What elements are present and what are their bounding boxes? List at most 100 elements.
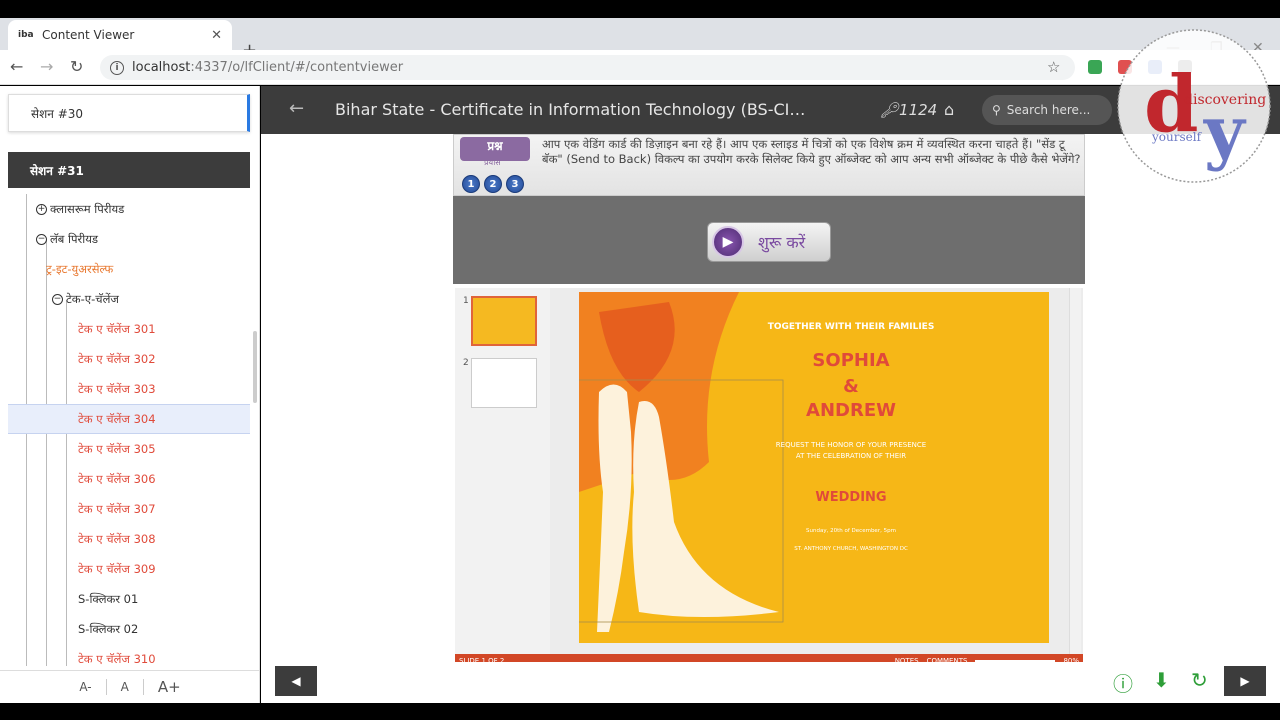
close-tab-icon[interactable]: ✕ [211,28,222,43]
ppt-scrollbar[interactable] [1069,288,1081,654]
play-icon: ▶ [712,226,744,258]
key-icon: 🔑︎ [880,101,900,119]
divider [142,679,144,695]
sidebar-scrollbar[interactable] [253,331,257,403]
tree-item[interactable]: टेक ए चॅलेंज 306 [8,464,250,494]
tree-item[interactable]: − लॅब पिरीयड [8,224,250,254]
back-icon[interactable]: ← [10,57,23,76]
previous-button[interactable]: ◀ [275,666,317,696]
session-30-item[interactable]: सेशन #30 [8,94,250,132]
collapse-icon[interactable]: − [52,293,63,305]
search-box[interactable]: ⚲ Search here... [982,95,1112,125]
powerpoint-window: 1 2 TOGETHER WITH THEIR FAMILIES SOPHIA … [455,288,1083,668]
tree-item-label: टेक ए चॅलेंज 307 [78,501,156,516]
address-bar[interactable]: i localhost:4337/o/lfClient/#/contentvie… [100,55,1075,80]
refresh-icon[interactable]: ↻ [1191,668,1208,692]
key-count: 1124 [899,101,938,119]
next-button[interactable]: ▶ [1224,666,1266,696]
slide-request: REQUEST THE HONOR OF YOUR PRESENCE AT TH… [775,441,927,460]
slide-date: Sunday, 20th of December, 5pm [806,528,896,534]
tree-item-label: टेक ए चॅलेंज 309 [78,561,156,576]
session-31-item[interactable]: सेशन #31 [8,152,250,188]
thumb-number: 2 [463,358,469,368]
tree-item-label: S-क्लिकर 01 [78,591,139,606]
slide-wedding: WEDDING [815,490,887,505]
tree-item[interactable]: टेक ए चॅलेंज 310 [8,644,250,666]
url-host: localhost [132,60,191,75]
tree-item[interactable]: टेक ए चॅलेंज 309 [8,554,250,584]
font-size-controls: A- A A+ [0,670,260,703]
start-overlay: ▶ शुरू करें [453,196,1085,284]
browser-tab[interactable]: iba Content Viewer ✕ [8,20,232,50]
tree-item-label: क्लासरूम पिरीयड [50,201,125,216]
bottom-navigation: ◀ ⓘ ⬇ ↻ ▶ [261,662,1280,703]
forward-icon[interactable]: → [40,57,53,76]
tree-item-label: लॅब पिरीयड [50,231,99,246]
thumb-number: 1 [463,296,469,306]
url-path: :4337/o/lfClient/#/contentviewer [190,60,404,75]
tab-title: Content Viewer [42,28,135,42]
slide-intro: TOGETHER WITH THEIR FAMILIES [767,322,935,332]
question-panel: प्रश्न प्रयास 1 2 3 आप एक वेडिंग कार्ड क… [453,134,1085,196]
font-decrease-button[interactable]: A- [79,680,91,694]
attempt-3-button[interactable]: 3 [506,175,524,193]
tree-item[interactable]: ट्र-इट-युअरसेल्फ [8,254,250,284]
tree-item-label: टेक ए चॅलेंज 305 [78,441,156,456]
header-back-icon[interactable]: ← [289,98,304,119]
slide-thumbnail-1[interactable] [471,296,537,346]
course-sidebar: सेशन #30 सेशन #31 + क्लासरूम पिरीयड − लॅब प… [0,86,260,703]
tree-item-label: टेक ए चॅलेंज 306 [78,471,156,486]
bookmark-star-icon[interactable]: ☆ [1047,58,1060,76]
tree-item-label: S-क्लिकर 02 [78,621,139,636]
favicon-icon: iba [18,30,34,40]
browser-toolbar: ← → ↻ i localhost:4337/o/lfClient/#/cont… [0,50,1280,85]
tree-item[interactable]: टेक ए चॅलेंज 303 [8,374,250,404]
tree-item-label: टेक ए चॅलेंज 308 [78,531,156,546]
reload-icon[interactable]: ↻ [70,57,83,76]
slide-thumbnails: 1 2 [455,288,550,654]
tree-item[interactable]: + क्लासरूम पिरीयड [8,194,250,224]
tree-item-label: टेक ए चॅलेंज 302 [78,351,156,366]
key-counter: 🔑︎1124 [880,101,937,119]
content-viewer: प्रश्न प्रयास 1 2 3 आप एक वेडिंग कार्ड क… [261,134,1280,668]
home-icon[interactable]: ⌂ [944,100,954,119]
tree-item-label: टेक-ए-चॅलेंज [66,291,119,306]
tree-item-label: टेक ए चॅलेंज 304 [78,411,156,426]
letterbox-bottom [0,703,1280,720]
collapse-icon[interactable]: − [36,233,47,245]
font-reset-button[interactable]: A [121,680,129,694]
tree-item[interactable]: टेक ए चॅलेंज 301 [8,314,250,344]
course-title: Bihar State - Certificate in Information… [335,100,806,119]
extension-shield-icon[interactable] [1088,60,1102,74]
slide-name-1: SOPHIA [812,350,890,371]
tree-item-label: टेक ए चॅलेंज 310 [78,651,156,666]
attempt-1-button[interactable]: 1 [462,175,480,193]
download-icon[interactable]: ⬇ [1153,668,1170,692]
start-button[interactable]: ▶ शुरू करें [707,222,831,262]
info-circle-icon[interactable]: ⓘ [1113,668,1133,697]
question-text: आप एक वेडिंग कार्ड की डिज़ाइन बना रहे है… [542,137,1081,166]
channel-logo: d y discovering yourself [1114,26,1274,186]
divider [105,679,107,695]
search-placeholder: Search here... [1006,103,1091,117]
font-increase-button[interactable]: A+ [158,678,181,696]
tree-item[interactable]: − टेक-ए-चॅलेंज [8,284,250,314]
tree-item[interactable]: S-क्लिकर 01 [8,584,250,614]
info-icon[interactable]: i [110,60,124,75]
tree-item-label: टेक ए चॅलेंज 301 [78,321,156,336]
tree-item[interactable]: टेक ए चॅलेंज 305 [8,434,250,464]
attempt-label: प्रयास [484,158,501,167]
tree-item[interactable]: टेक ए चॅलेंज 304 [8,404,250,434]
tree-item[interactable]: टेक ए चॅलेंज 302 [8,344,250,374]
tree-item[interactable]: टेक ए चॅलेंज 308 [8,524,250,554]
tree-item[interactable]: टेक ए चॅलेंज 307 [8,494,250,524]
letterbox-top [0,0,1280,18]
session-tree: + क्लासरूम पिरीयड − लॅब पिरीयड ट्र-इट-युअरसे… [8,194,250,666]
tree-item-label: ट्र-इट-युअरसेल्फ [46,261,114,276]
slide-thumbnail-2[interactable] [471,358,537,408]
wedding-slide[interactable]: TOGETHER WITH THEIR FAMILIES SOPHIA & AN… [579,292,1049,643]
tree-item[interactable]: S-क्लिकर 02 [8,614,250,644]
start-label: शुरू करें [758,233,806,252]
expand-icon[interactable]: + [36,203,47,215]
attempt-2-button[interactable]: 2 [484,175,502,193]
